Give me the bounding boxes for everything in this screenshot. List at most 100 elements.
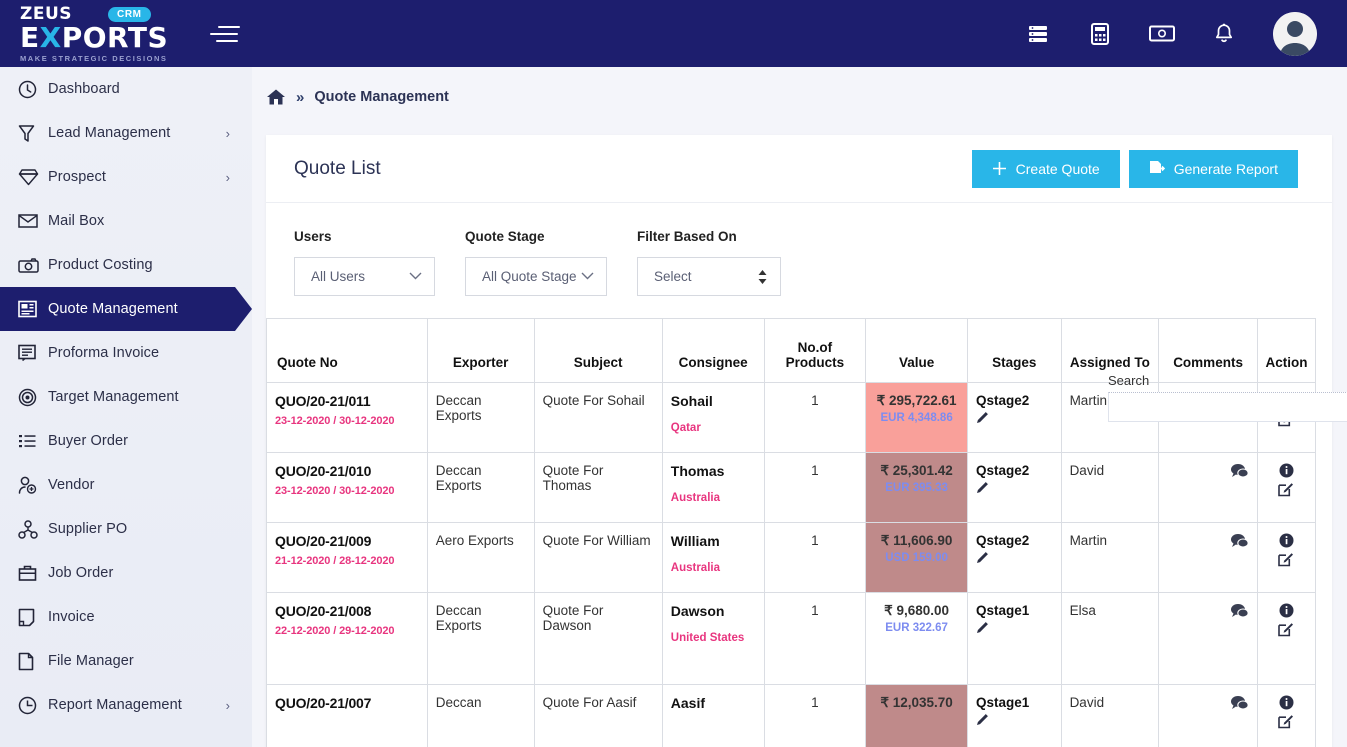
stage-text: Qstage1: [975, 695, 1030, 710]
edit-icon[interactable]: [1278, 481, 1294, 497]
list-icon: [18, 433, 48, 450]
comments-icon[interactable]: [1230, 533, 1249, 549]
products-count: 1: [811, 533, 819, 548]
cell-stage: Qstage2: [966, 452, 1062, 523]
sidebar-item-proforma-invoice[interactable]: Proforma Invoice: [0, 331, 252, 375]
users-dropdown[interactable]: All Users: [294, 257, 435, 296]
table-row[interactable]: QUO/20-21/007 Deccan Quote For Aasif Aasif 1…: [266, 684, 1317, 747]
money-icon[interactable]: [1149, 21, 1175, 47]
edit-stage-pencil-icon[interactable]: [976, 620, 998, 634]
chevron-right-icon: ›: [225, 697, 230, 713]
sidebar-item-target-management[interactable]: Target Management: [0, 375, 252, 419]
products-count: 1: [811, 393, 819, 408]
products-count: 1: [811, 695, 819, 710]
hamburger-menu-icon[interactable]: [208, 17, 242, 51]
sidebar-item-lead-management[interactable]: Lead Management ›: [0, 111, 252, 155]
comments-icon[interactable]: [1230, 603, 1249, 619]
quote-stage-dropdown[interactable]: All Quote Stage: [465, 257, 607, 296]
sidebar-item-dashboard[interactable]: Dashboard: [0, 67, 252, 111]
col-quote-no: Quote No: [266, 318, 428, 383]
briefcase-icon: [18, 564, 48, 582]
user-avatar[interactable]: [1273, 11, 1317, 56]
value-sub: EUR 4,348.86: [880, 412, 953, 424]
edit-icon[interactable]: [1278, 551, 1294, 567]
breadcrumb-separator: »: [296, 88, 305, 106]
sidebar-item-mail-box[interactable]: Mail Box: [0, 199, 252, 243]
sidebar-item-buyer-order[interactable]: Buyer Order: [0, 419, 252, 463]
table-row[interactable]: QUO/20-21/008 22-12-2020 / 29-12-2020 Decc…: [266, 592, 1317, 685]
table-row[interactable]: QUO/20-21/009 21-12-2020 / 28-12-2020 Aero…: [266, 522, 1317, 593]
sidebar-item-file-manager[interactable]: File Manager: [0, 639, 252, 683]
stage-text: Qstage2: [975, 533, 1030, 548]
filter-based-on: Filter Based On Select: [637, 229, 781, 296]
sidebar-item-report-management[interactable]: Report Management ›: [0, 683, 252, 727]
comments-icon[interactable]: [1230, 695, 1249, 711]
subject-text: Quote For Sohail: [542, 393, 645, 408]
value-sub: USD 159.00: [885, 552, 948, 564]
target-icon: [18, 388, 48, 407]
brand-exports-text: EXPORTS: [20, 23, 190, 52]
sidebar-item-label: Mail Box: [48, 213, 105, 229]
value-sub: EUR 395.33: [885, 482, 948, 494]
sidebar-item-supplier-po[interactable]: Supplier PO: [0, 507, 252, 551]
hamburger-line-1: [218, 25, 240, 28]
cell-value: ₹ 25,301.42 EUR 395.33: [865, 452, 968, 523]
assigned-to-text: David: [1069, 463, 1105, 478]
subject-text: Quote For Dawson: [542, 603, 604, 633]
info-icon[interactable]: [1279, 463, 1294, 478]
page-title: Quote List: [294, 157, 381, 179]
edit-stage-pencil-icon[interactable]: [976, 550, 998, 564]
document-lines-icon: [18, 344, 48, 362]
sidebar-item-quote-management[interactable]: Quote Management: [0, 287, 252, 331]
info-icon[interactable]: [1279, 695, 1294, 710]
cell-action: [1256, 592, 1317, 685]
camera-icon: [18, 257, 48, 274]
sidebar-item-job-order[interactable]: Job Order: [0, 551, 252, 595]
sidebar-item-label: Vendor: [48, 477, 95, 493]
home-icon[interactable]: [266, 88, 286, 106]
plus-icon: [992, 161, 1007, 176]
create-quote-button[interactable]: Create Quote: [971, 149, 1120, 188]
stage-text: Qstage2: [975, 393, 1030, 408]
info-icon[interactable]: [1279, 603, 1294, 618]
edit-icon[interactable]: [1278, 713, 1294, 729]
cell-subject: Quote For Dawson: [533, 592, 663, 685]
cell-subject: Quote For Sohail: [533, 382, 663, 453]
filter-based-on-select[interactable]: Select: [637, 257, 781, 296]
quote-no-text: QUO/20-21/010: [275, 463, 372, 479]
brand-logo[interactable]: ZEUS CRM EXPORTS MAKE STRATEGIC DECISION…: [0, 0, 190, 67]
generate-report-button[interactable]: Generate Report: [1128, 149, 1298, 188]
sidebar-item-invoice[interactable]: Invoice: [0, 595, 252, 639]
comments-icon[interactable]: [1230, 463, 1249, 479]
sidebar-item-label: Report Management: [48, 697, 182, 713]
edit-stage-pencil-icon[interactable]: [976, 480, 998, 494]
assigned-to-text: Martin: [1069, 393, 1108, 408]
search-input[interactable]: [1108, 392, 1347, 422]
search-label: Search: [1108, 373, 1150, 388]
cell-quote-no: QUO/20-21/011 23-12-2020 / 30-12-2020: [266, 382, 428, 453]
cell-consignee: Aasif: [661, 684, 765, 747]
cell-action: [1256, 684, 1317, 747]
chevron-down-icon: [581, 271, 594, 283]
cell-consignee: Thomas Australia: [661, 452, 765, 523]
sidebar-item-vendor[interactable]: Vendor: [0, 463, 252, 507]
value-main: ₹ 11,606.90: [880, 533, 953, 548]
stage-text: Qstage1: [975, 603, 1030, 618]
edit-stage-pencil-icon[interactable]: [976, 712, 998, 726]
col-stages: Stages: [966, 318, 1062, 383]
edit-icon[interactable]: [1278, 621, 1294, 637]
col-exporter: Exporter: [426, 318, 535, 383]
bell-icon[interactable]: [1211, 21, 1237, 47]
sidebar-item-label: Target Management: [48, 389, 179, 405]
mail-icon: [18, 213, 48, 229]
edit-stage-pencil-icon[interactable]: [976, 410, 998, 424]
cell-stage: Qstage2: [966, 382, 1062, 453]
table-row[interactable]: QUO/20-21/010 23-12-2020 / 30-12-2020 Decc…: [266, 452, 1317, 523]
calculator-icon[interactable]: [1087, 21, 1113, 47]
sidebar-item-product-costing[interactable]: Product Costing: [0, 243, 252, 287]
cell-subject: Quote For William: [533, 522, 663, 593]
sidebar-item-prospect[interactable]: Prospect ›: [0, 155, 252, 199]
server-icon[interactable]: [1025, 21, 1051, 47]
col-value: Value: [865, 318, 968, 383]
info-icon[interactable]: [1279, 533, 1294, 548]
